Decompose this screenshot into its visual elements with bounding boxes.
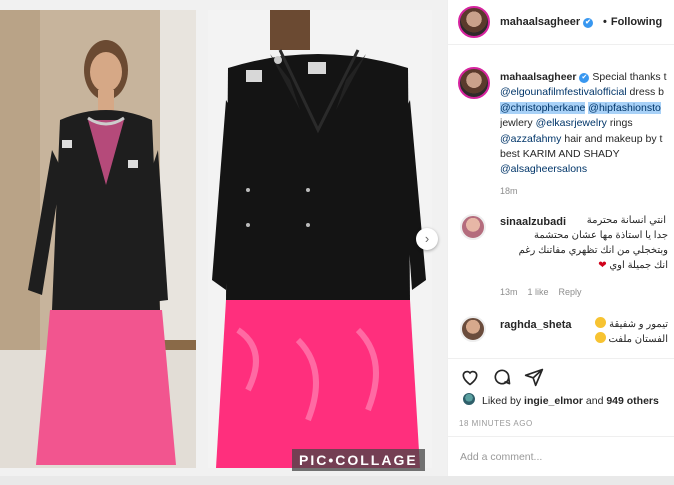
mention-link[interactable]: @hipfashionsto (588, 101, 661, 114)
left-photo (0, 10, 196, 468)
blazer-dress-illustration (208, 10, 432, 468)
comment-avatar[interactable] (460, 214, 486, 240)
mention-link[interactable]: @azzafahmy (500, 133, 561, 145)
collage-watermark: PIC•COLLAGE (292, 449, 425, 471)
post-timestamp[interactable]: 18 MINUTES AGO (459, 419, 533, 428)
emoji-icon (594, 332, 606, 343)
instagram-post: › PIC•COLLAGE mahaalsagheer ✔ • Following … (0, 0, 674, 476)
comment-icon[interactable] (492, 367, 512, 387)
comment-likes[interactable]: 1 like (528, 287, 549, 297)
mention-link[interactable]: @alsagheersalons (500, 163, 587, 175)
mention-link[interactable]: @elgounafilmfestivalofficial (500, 86, 627, 98)
post-header: mahaalsagheer ✔ • Following (448, 0, 674, 45)
header-username[interactable]: mahaalsagheer ✔ (500, 16, 594, 28)
chevron-right-icon: › (424, 231, 430, 246)
next-image-button[interactable]: › (416, 228, 438, 250)
caption: mahaalsagheer ✔ Special thanks t @elgouna… (500, 71, 667, 176)
add-comment-field[interactable]: Add a comment... (448, 436, 674, 477)
post-sidebar: mahaalsagheer ✔ • Following mahaalsagheer ✔… (447, 0, 674, 476)
liker-avatar[interactable] (462, 392, 476, 406)
heart-emoji-icon: ❤ (598, 260, 607, 271)
post-actions: Liked by ingie_elmor and 949 others (448, 358, 674, 419)
mention-link[interactable]: @elkasrjewelry (536, 117, 607, 129)
emoji-icon (595, 317, 607, 328)
verified-icon: ✔ (583, 18, 594, 28)
following-button[interactable]: • Following (603, 16, 662, 28)
share-icon[interactable] (524, 367, 544, 387)
avatar[interactable] (458, 6, 490, 38)
comment-text: انتي انسانة محترمة جدا يا استاذة مها عشا… (518, 215, 668, 271)
post-image-collage[interactable]: › PIC•COLLAGE (0, 0, 447, 476)
caption-avatar[interactable] (458, 67, 490, 99)
reply-button[interactable]: Reply (559, 287, 582, 297)
caption-time[interactable]: 18m (500, 186, 518, 196)
likes-summary[interactable]: Liked by ingie_elmor and 949 others (482, 395, 659, 407)
comment-text: تيمور و شفيقة الفستان ملفت (500, 317, 668, 347)
comment-input-placeholder[interactable]: Add a comment... (460, 451, 542, 463)
heart-icon[interactable] (460, 367, 480, 387)
mention-link[interactable]: @christopherkane (500, 101, 586, 114)
verified-icon: ✔ (579, 73, 590, 83)
woman-in-dress-illustration (0, 10, 196, 468)
caption-username[interactable]: mahaalsagheer (500, 71, 576, 83)
right-photo (208, 10, 432, 468)
comment-avatar[interactable] (460, 316, 486, 342)
comment-meta: 13m 1 like Reply (500, 287, 582, 297)
